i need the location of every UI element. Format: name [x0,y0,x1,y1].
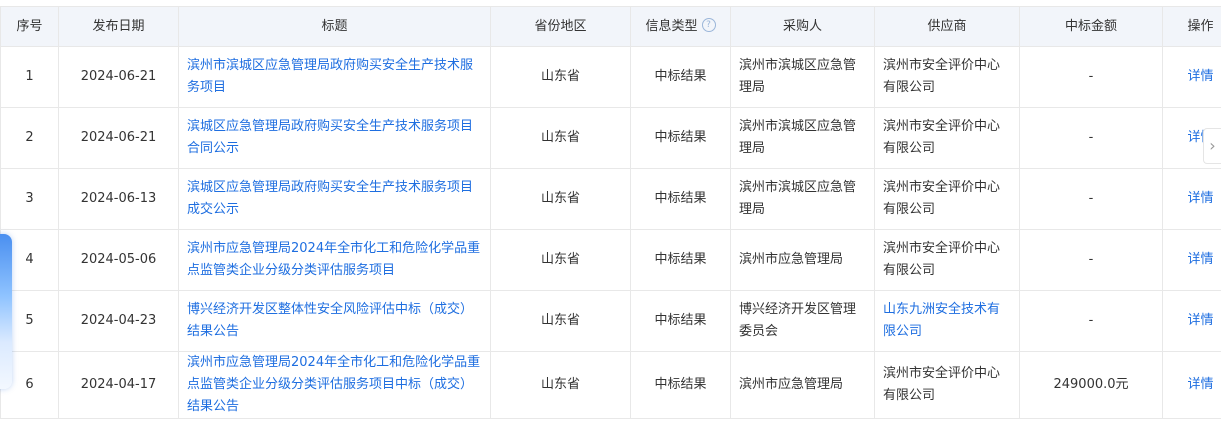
col-header-supplier: 供应商 [874,6,1020,47]
cell-buyer: 滨州市滨城区应急管理局 [730,168,875,230]
cell-detail-link[interactable]: 详情 [1162,229,1221,291]
cell-date: 2024-04-23 [58,290,179,352]
cell-region: 山东省 [490,107,631,169]
cell-date: 2024-04-17 [58,351,179,419]
cell-region: 山东省 [490,168,631,230]
cell-index: 2 [0,107,59,169]
cell-region: 山东省 [490,290,631,352]
table-row: 6 2024-04-17 滨州市应急管理局2024年全市化工和危险化学品重点监管类企… [0,351,1221,419]
cell-info-type: 中标结果 [630,290,731,352]
cell-title-link[interactable]: 滨州市应急管理局2024年全市化工和危险化学品重点监管类企业分级分类评估服务项目… [178,351,491,419]
cell-buyer: 滨州市滨城区应急管理局 [730,46,875,108]
cell-detail-link[interactable]: 详情 [1162,46,1221,108]
table-header: 序号 发布日期 标题 省份地区 信息类型? 采购人 供应商 中标金额 操作 [0,6,1221,47]
results-table: 序号 发布日期 标题 省份地区 信息类型? 采购人 供应商 中标金额 操作 12… [0,6,1221,419]
cell-title-link[interactable]: 滨州市滨城区应急管理局政府购买安全生产技术服务项目 [178,46,491,108]
cell-region: 山东省 [490,229,631,291]
col-header-region: 省份地区 [490,6,631,47]
table-body: 1 2024-06-21 滨州市滨城区应急管理局政府购买安全生产技术服务项目 山东省中… [0,46,1221,419]
cell-date: 2024-06-13 [58,168,179,230]
cell-supplier: 滨州市安全评价中心有限公司 [874,168,1020,230]
cell-info-type: 中标结果 [630,168,731,230]
cell-buyer: 博兴经济开发区管理委员会 [730,290,875,352]
col-header-amount[interactable]: 中标金额 [1019,6,1163,47]
floating-side-widget[interactable] [0,234,12,389]
cell-index: 3 [0,168,59,230]
cell-title-link[interactable]: 博兴经济开发区整体性安全风险评估中标（成交）结果公告 [178,290,491,352]
cell-amount: - [1019,46,1163,108]
col-header-title: 标题 [178,6,491,47]
col-header-index: 序号 [0,6,59,47]
cell-amount: - [1019,229,1163,291]
cell-amount: 249000.0元 [1019,351,1163,419]
cell-supplier: 滨州市安全评价中心有限公司 [874,351,1020,419]
cell-supplier[interactable]: 山东九洲安全技术有限公司 [874,290,1020,352]
col-header-action: 操作 [1162,6,1221,47]
table-row: 4 2024-05-06 滨州市应急管理局2024年全市化工和危险化学品重点监管类企… [0,229,1221,291]
cell-buyer: 滨州市滨城区应急管理局 [730,107,875,169]
question-circle-icon[interactable]: ? [701,18,716,32]
cell-info-type: 中标结果 [630,351,731,419]
table-row: 3 2024-06-13 滨城区应急管理局政府购买安全生产技术服务项目成交公示 山东省… [0,168,1221,230]
cell-supplier: 滨州市安全评价中心有限公司 [874,229,1020,291]
cell-buyer: 滨州市应急管理局 [730,351,875,419]
cell-supplier: 滨州市安全评价中心有限公司 [874,107,1020,169]
col-header-info-type: 信息类型? [630,6,731,47]
chevron-right-icon[interactable]: › [1203,128,1221,164]
cell-info-type: 中标结果 [630,229,731,291]
cell-title-link[interactable]: 滨城区应急管理局政府购买安全生产技术服务项目合同公示 [178,107,491,169]
cell-info-type: 中标结果 [630,46,731,108]
cell-detail-link[interactable]: 详情 [1162,168,1221,230]
cell-date: 2024-06-21 [58,107,179,169]
cell-amount: - [1019,168,1163,230]
col-header-buyer: 采购人 [730,6,875,47]
cell-region: 山东省 [490,46,631,108]
col-header-date[interactable]: 发布日期 [58,6,179,47]
cell-title-link[interactable]: 滨州市应急管理局2024年全市化工和危险化学品重点监管类企业分级分类评估服务项目 [178,229,491,291]
cell-date: 2024-06-21 [58,46,179,108]
table-row: 5 2024-04-23 博兴经济开发区整体性安全风险评估中标（成交）结果公告 山东省… [0,290,1221,352]
cell-detail-link[interactable]: 详情 [1162,351,1221,419]
cell-title-link[interactable]: 滨城区应急管理局政府购买安全生产技术服务项目成交公示 [178,168,491,230]
col-header-info-type-label: 信息类型 [645,18,698,34]
cell-info-type: 中标结果 [630,107,731,169]
cell-buyer: 滨州市应急管理局 [730,229,875,291]
table-row: 2 2024-06-21 滨城区应急管理局政府购买安全生产技术服务项目合同公示 山东省… [0,107,1221,169]
cell-amount: - [1019,107,1163,169]
cell-region: 山东省 [490,351,631,419]
cell-detail-link[interactable]: 详情 [1162,290,1221,352]
cell-date: 2024-05-06 [58,229,179,291]
cell-index: 1 [0,46,59,108]
table-row: 1 2024-06-21 滨州市滨城区应急管理局政府购买安全生产技术服务项目 山东省中… [0,46,1221,108]
cell-supplier: 滨州市安全评价中心有限公司 [874,46,1020,108]
cell-amount: - [1019,290,1163,352]
